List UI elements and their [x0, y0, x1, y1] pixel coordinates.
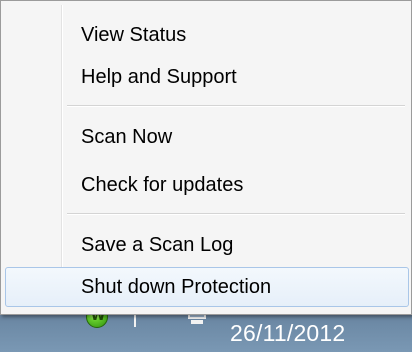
menu-item-view-status[interactable]: View Status: [5, 15, 409, 55]
menu-item-label: Save a Scan Log: [81, 234, 234, 256]
menu-item-check-for-updates[interactable]: Check for updates: [5, 165, 409, 205]
menu-item-help-and-support[interactable]: Help and Support: [5, 57, 409, 97]
menu-item-label: Help and Support: [81, 66, 237, 88]
menu-item-scan-now[interactable]: Scan Now: [5, 117, 409, 157]
taskbar-date[interactable]: 26/11/2012: [230, 320, 345, 347]
menu-separator: [67, 105, 405, 107]
menu-item-save-a-scan-log[interactable]: Save a Scan Log: [5, 225, 409, 265]
menu-separator: [67, 213, 405, 215]
menu-item-label: Check for updates: [81, 174, 244, 196]
menu-item-label: View Status: [81, 24, 187, 46]
menu-item-label: Shut down Protection: [81, 276, 272, 298]
tray-context-menu: View Status Help and Support Scan Now Ch…: [0, 0, 412, 315]
menu-item-label: Scan Now: [81, 126, 173, 148]
menu-item-shut-down-protection[interactable]: Shut down Protection: [5, 267, 409, 307]
